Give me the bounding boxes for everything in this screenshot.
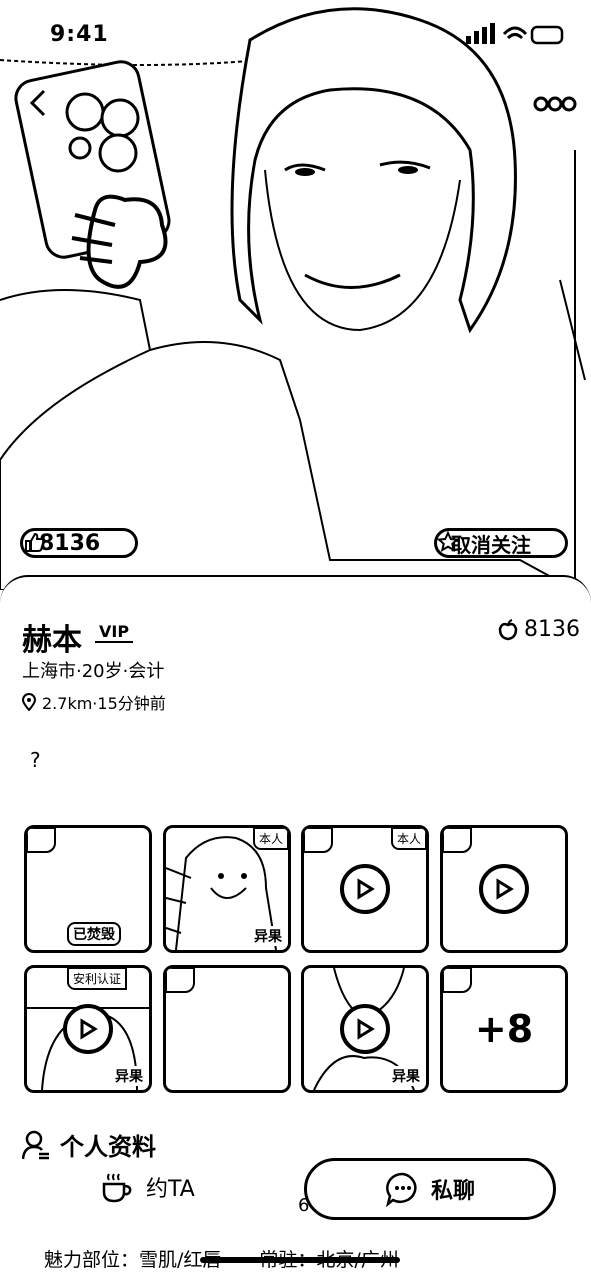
play-icon [340,1004,390,1054]
gallery-item-2[interactable]: 本人 异果 [163,825,291,953]
gallery-item-5[interactable]: 安利认证 异果 [24,965,152,1093]
user-name: 赫本 [22,623,82,658]
camera-badge-icon [166,968,195,993]
likes-counter: 8136 [498,617,580,642]
battery-icon [530,25,564,45]
bio-text: ? [30,748,41,772]
home-indicator[interactable] [200,1257,400,1263]
back-button[interactable] [24,88,54,118]
date-label: 约TA [146,1177,195,1202]
self-tag: 本人 [390,828,426,850]
play-icon [479,864,529,914]
more-button[interactable] [533,92,577,116]
camera-badge-icon [443,828,472,853]
gallery-item-6[interactable] [163,965,291,1093]
eval-tag: 异果 [254,926,282,946]
self-tag: 本人 [252,828,288,850]
unfollow-label: 取消关注 [451,532,531,557]
eval-tag: 异果 [392,1066,420,1086]
profile-title: 个人资料 [60,1133,156,1161]
star-icon [437,531,459,553]
unfollow-button[interactable]: 取消关注 [434,528,568,558]
more-dots-icon [533,96,577,112]
fire-badge-icon [27,828,56,853]
status-time: 9:41 [50,22,109,47]
apple-icon [498,618,518,640]
vip-badge: VIP [95,622,134,643]
destroyed-tag: 已焚毁 [67,922,121,946]
private-chat-button[interactable]: 私聊 [304,1158,556,1220]
user-profile-icon [22,1130,49,1159]
eval-tag: 异果 [115,1066,143,1086]
user-meta: 上海市·20岁·会计 [22,661,165,682]
location-row: 2.7km·15分钟前 [22,690,166,714]
date-button[interactable]: 约TA [100,1170,195,1204]
chevron-left-icon [29,89,46,117]
cover-photo: 9:41 8136 取消关注 [0,0,591,590]
play-icon [340,864,390,914]
verified-tag: 安利认证 [67,968,128,990]
like-count: 8136 [39,530,101,556]
location-text: 2.7km·15分钟前 [42,694,166,713]
gallery-item-7[interactable]: 异果 [301,965,429,1093]
cover-illustration [0,0,591,590]
count-label: 6 [298,1195,310,1216]
likes-value: 8136 [524,617,580,642]
coffee-cup-icon [102,1173,132,1203]
chat-label: 私聊 [430,1179,475,1204]
thumbs-up-icon [25,532,45,552]
gallery-item-4[interactable] [440,825,568,953]
chat-bubble-icon [385,1172,417,1207]
profile-section-title: 个人资料 [22,1127,156,1162]
gallery-item-1[interactable]: 已焚毁 [24,825,152,953]
like-pill[interactable]: 8136 [20,528,138,558]
gallery-item-3[interactable]: 本人 [301,825,429,953]
play-icon [63,1004,113,1054]
location-pin-icon [22,693,36,711]
gallery-more[interactable]: +8 [440,965,568,1093]
more-count: +8 [474,1007,534,1051]
fire-badge-icon [304,828,333,853]
